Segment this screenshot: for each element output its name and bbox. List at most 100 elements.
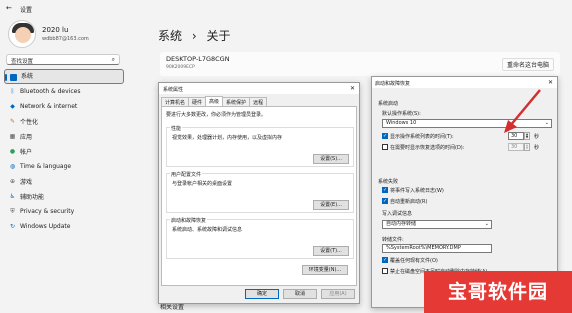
shield-icon: ⛨ [10,208,15,215]
monitor-icon [10,74,17,81]
apply-button[interactable]: 应用(A) [321,289,355,299]
user-profiles-group: 用户配置文件 与登录帐户相关的桌面设置 设置(E)... [166,171,354,213]
dump-file-input[interactable]: %SystemRoot%\MEMORY.DMP [382,244,492,253]
user-name: 2020 lu [42,26,69,34]
close-icon[interactable]: ✕ [548,79,553,86]
advanced-tab-panel: 要进行大多数更改，你必须作为管理员登录。 性能 视觉效果，处理器计划，内存使用，… [161,106,357,286]
avatar-face [15,27,31,43]
default-os-label: 默认操作系统(S): [382,111,421,117]
sidebar-item-label: Time & language [20,163,72,170]
show-os-list-checkbox[interactable]: ✓ [382,133,388,139]
write-event-checkbox[interactable]: ✓ [382,187,388,193]
sidebar-item-personalization[interactable]: ✎ 个性化 [4,114,124,129]
breadcrumb: 系统 › 关于 [158,27,231,44]
ok-button[interactable]: 确定 [245,289,279,299]
brush-icon: ✎ [9,118,16,125]
show-recovery-label: 在需要时显示恢复选项的时间(D): [390,145,465,151]
sidebar-item-system[interactable]: 系统 [4,69,124,84]
startup-recovery-heading: 启动和故障恢复 [170,217,208,224]
globe-icon: ◍ [9,163,16,170]
sidebar-item-bluetooth[interactable]: ᛒ Bluetooth & devices [4,84,124,99]
back-arrow-icon[interactable]: ← [6,4,12,12]
dialog-title-bar: 启动和故障恢复 ✕ [372,77,557,88]
sidebar-item-accounts[interactable]: ● 帐户 [4,144,124,159]
tab-advanced[interactable]: 高级 [205,96,224,106]
update-icon: ↻ [9,223,16,230]
auto-restart-checkbox[interactable]: ✓ [382,198,388,204]
environment-variables-button[interactable]: 环境变量(N)... [302,265,348,275]
rename-pc-button[interactable]: 重命名这台电脑 [501,58,554,71]
sidebar-item-network[interactable]: ◆ Network & internet [4,99,124,114]
device-name: DESKTOP-L7G8CGN [166,55,230,63]
device-model: 90K2009ECP [166,65,195,70]
dump-file-value: %SystemRoot%\MEMORY.DMP [386,245,461,251]
person-icon: ● [9,148,16,155]
dialog-title: 启动和故障恢复 [375,81,411,87]
cancel-button[interactable]: 取消 [283,289,317,299]
startup-recovery-settings-button[interactable]: 设置(T)... [313,246,349,256]
seconds-label: 秒 [534,145,540,151]
sidebar-item-accessibility[interactable]: ♿ 辅助功能 [4,189,124,204]
window-title: 设置 [20,7,33,14]
arrow-head [504,120,517,133]
dialog-title-bar: 系统属性 ✕ [159,83,359,94]
tab-remote[interactable]: 远程 [249,97,268,106]
title-bar: ← 设置 [0,0,572,16]
sidebar-item-label: Privacy & security [20,208,75,215]
tab-computer-name[interactable]: 计算机名 [161,97,190,106]
sidebar-item-label: 游戏 [20,179,33,186]
bluetooth-icon: ᛒ [10,88,15,95]
chevron-down-icon: ⌄ [484,221,489,227]
user-email: wdbb87@163.com [42,36,89,42]
sidebar-item-label: 帐户 [20,149,33,156]
tab-strip: 计算机名 硬件 高级 系统保护 远程 [161,96,268,106]
performance-description: 视觉效果，处理器计划，内存使用，以及虚拟内存 [172,135,283,141]
sidebar-item-label: 应用 [20,134,33,141]
close-icon[interactable]: ✕ [350,85,355,92]
accessibility-icon: ♿ [9,193,16,200]
search-placeholder: 查找设置 [11,59,34,65]
breadcrumb-parent[interactable]: 系统 [158,29,182,43]
admin-note: 要进行大多数更改，你必须作为管理员登录。 [166,112,267,118]
performance-heading: 性能 [170,125,183,132]
tab-hardware[interactable]: 硬件 [188,97,207,106]
write-debug-heading: 写入调试信息 [382,211,413,217]
network-icon: ◆ [10,103,15,110]
sidebar-item-gaming[interactable]: ⊕ 游戏 [4,174,124,189]
startup-recovery-group: 启动和故障恢复 系统启动、系统故障和调试信息 设置(T)... [166,217,354,259]
sidebar-item-label: Windows Update [20,223,71,230]
disable-auto-delete-checkbox[interactable] [382,268,388,274]
show-os-list-label: 显示操作系统列表的时间(T): [390,134,454,140]
avatar [8,20,36,48]
sidebar-item-apps[interactable]: ▦ 应用 [4,129,124,144]
sidebar-item-time-language[interactable]: ◍ Time & language [4,159,124,174]
system-startup-heading: 系统启动 [378,101,399,107]
startup-recovery-description: 系统启动、系统故障和调试信息 [172,227,243,233]
device-name-card: DESKTOP-L7G8CGN 90K2009ECP 重命名这台电脑 [160,52,560,76]
sidebar-item-label: 个性化 [20,119,39,126]
system-properties-dialog: 系统属性 ✕ 计算机名 硬件 高级 系统保护 远程 要进行大多数更改，你必须作为… [158,82,360,304]
tab-system-protection[interactable]: 系统保护 [222,97,251,106]
seconds-label: 秒 [534,134,540,140]
apps-icon: ▦ [9,133,16,140]
debug-type-select[interactable]: 自动内存转储 ⌄ [382,220,492,229]
sidebar-item-label: Network & internet [20,103,78,110]
overwrite-checkbox[interactable]: ✓ [382,257,388,263]
debug-type-value: 自动内存转储 [386,221,417,227]
page-title: 关于 [206,29,231,43]
sidebar-item-label: 系统 [21,73,34,80]
user-profiles-description: 与登录帐户相关的桌面设置 [172,181,233,187]
sidebar-item-privacy[interactable]: ⛨ Privacy & security [4,204,124,219]
sidebar-nav: 系统 ᛒ Bluetooth & devices ◆ Network & inter… [4,69,124,234]
performance-group: 性能 视觉效果，处理器计划，内存使用，以及虚拟内存 设置(S)... [166,125,354,167]
search-icon: ⌕ [111,56,115,63]
annotation-arrow [504,89,541,133]
sidebar-item-windows-update[interactable]: ↻ Windows Update [4,219,124,234]
user-profile[interactable]: 2020 lu wdbb87@163.com [8,20,148,54]
performance-settings-button[interactable]: 设置(S)... [313,154,349,164]
search-input[interactable]: 查找设置 ⌕ [6,54,120,65]
breadcrumb-separator: › [191,29,197,43]
show-recovery-seconds: 30 [508,143,524,151]
user-profiles-settings-button[interactable]: 设置(E)... [313,200,349,210]
show-recovery-checkbox[interactable] [382,144,388,150]
